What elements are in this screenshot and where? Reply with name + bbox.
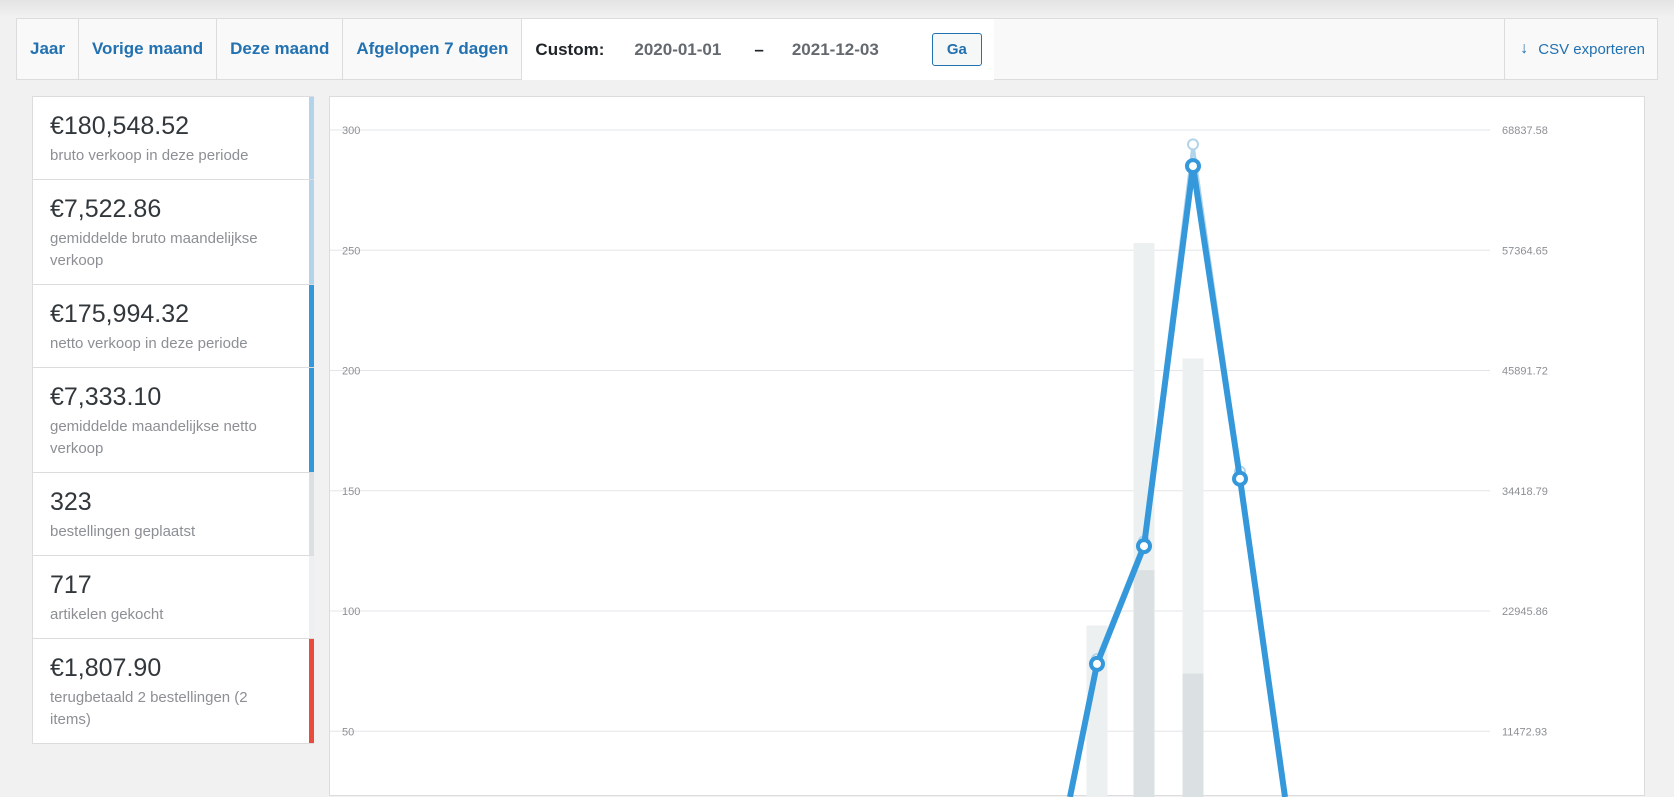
line-point	[1187, 138, 1199, 151]
legend-item-items[interactable]: 717 artikelen gekocht	[32, 556, 314, 639]
y2-tick-label: 68837.58	[1502, 125, 1548, 137]
go-button[interactable]: Ga	[931, 33, 982, 66]
legend-value: 323	[50, 488, 92, 516]
tab-deze-maand[interactable]: Deze maand	[217, 19, 344, 79]
date-from-input[interactable]: 2020-01-01	[634, 40, 752, 60]
chart-panel: 50 11472.93 100 22945.86 150 34418.79 200 45891…	[329, 96, 1645, 797]
legend-label: gemiddelde maandelijkse netto verkoop	[50, 418, 257, 457]
legend-value: €1,807.90	[50, 654, 162, 682]
legend-value: 717	[50, 571, 92, 599]
y2-tick-label: 34418.79	[1502, 486, 1548, 498]
y2-tick-label: 45891.72	[1502, 366, 1548, 378]
y2-tick-label: 57364.65	[1502, 245, 1548, 257]
legend-item-avg-gross-sales[interactable]: €7,522.86 gemiddelde bruto maandelijkse …	[32, 180, 314, 285]
y-tick-label: 50	[342, 726, 354, 738]
line-point	[1089, 655, 1105, 672]
csv-export-link[interactable]: ↓ CSV exporteren	[1504, 19, 1657, 79]
legend-value: €7,333.10	[50, 383, 162, 411]
legend-label: terugbetaald 2 bestellingen (2 items)	[50, 689, 248, 728]
report-toolbar: Jaar Vorige maand Deze maand Afgelopen 7…	[16, 18, 1658, 80]
legend-color-bar	[309, 639, 314, 743]
legend-value: €7,522.86	[50, 195, 162, 223]
tab-jaar[interactable]: Jaar	[17, 19, 79, 79]
y-tick-label: 100	[342, 606, 360, 618]
tab-afgelopen-7-dagen[interactable]: Afgelopen 7 dagen	[343, 19, 523, 79]
y-tick-label: 200	[342, 366, 360, 378]
legend-label: gemiddelde bruto maandelijkse verkoop	[50, 230, 258, 269]
legend-item-orders[interactable]: 323 bestellingen geplaatst	[32, 473, 314, 556]
legend-label: bruto verkoop in deze periode	[50, 147, 249, 164]
line-point	[1136, 538, 1152, 555]
legend-value: €180,548.52	[50, 112, 190, 140]
y2-tick-label: 11472.93	[1502, 726, 1547, 738]
legend-color-bar	[309, 285, 314, 367]
bar	[1133, 570, 1155, 797]
legend-color-bar	[309, 556, 314, 638]
y2-tick-label: 22945.86	[1502, 606, 1548, 618]
line-point	[1232, 470, 1248, 487]
legend-color-bar	[309, 368, 314, 472]
csv-export-label: CSV exporteren	[1538, 40, 1645, 58]
legend-color-bar	[309, 97, 314, 179]
legend-item-avg-net-sales[interactable]: €7,333.10 gemiddelde maandelijkse netto …	[32, 368, 314, 473]
y-tick-label: 150	[342, 486, 360, 498]
date-to-input[interactable]: 2021-12-03	[792, 40, 910, 60]
custom-range: Custom: 2020-01-01 – 2021-12-03 Ga	[522, 19, 994, 80]
line-point	[1185, 158, 1201, 175]
sales-chart: 50 11472.93 100 22945.86 150 34418.79 200 45891…	[330, 125, 1548, 797]
bar	[1182, 673, 1204, 797]
legend-item-gross-sales[interactable]: €180,548.52 bruto verkoop in deze period…	[32, 96, 314, 180]
legend-item-refunds[interactable]: €1,807.90 terugbetaald 2 bestellingen (2…	[32, 639, 314, 744]
custom-label: Custom:	[535, 39, 605, 59]
y-tick-label: 250	[342, 245, 360, 257]
legend-color-bar	[309, 180, 314, 284]
y-tick-label: 300	[342, 125, 360, 137]
legend-color-bar	[309, 473, 314, 555]
tab-vorige-maand[interactable]: Vorige maand	[79, 19, 218, 79]
chart-legend: €180,548.52 bruto verkoop in deze period…	[32, 96, 314, 744]
legend-item-net-sales[interactable]: €175,994.32 netto verkoop in deze period…	[32, 285, 314, 368]
download-arrow-icon: ↓	[1520, 40, 1529, 57]
legend-label: netto verkoop in deze periode	[50, 335, 248, 352]
legend-label: bestellingen geplaatst	[50, 523, 196, 540]
legend-label: artikelen gekocht	[50, 606, 164, 623]
top-shade	[0, 0, 1674, 17]
date-separator: –	[754, 39, 764, 59]
legend-value: €175,994.32	[50, 300, 190, 328]
